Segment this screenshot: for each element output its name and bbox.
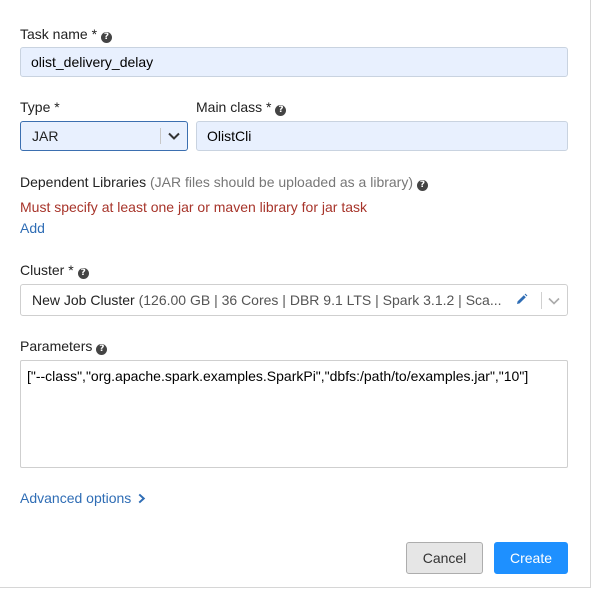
pencil-icon[interactable] (515, 293, 528, 306)
advanced-options-link[interactable]: Advanced options (20, 490, 146, 506)
type-label: Type * (20, 99, 60, 115)
cancel-button[interactable]: Cancel (406, 542, 483, 574)
help-icon[interactable]: ? (417, 180, 429, 191)
dependent-libraries-label-text: Dependent Libraries (20, 174, 147, 190)
main-class-label: Main class *? (196, 99, 287, 116)
advanced-options-label: Advanced options (20, 490, 132, 506)
main-class-label-text: Main class * (196, 99, 272, 115)
cluster-select[interactable]: New Job Cluster (126.00 GB | 36 Cores | … (20, 284, 568, 316)
parameters-label-text: Parameters (20, 338, 93, 354)
dependent-libraries-label: Dependent Libraries (JAR files should be… (20, 174, 429, 191)
dependent-libraries-hint: (JAR files should be uploaded as a libra… (149, 174, 414, 190)
cluster-name: New Job Cluster (32, 292, 135, 308)
main-class-input[interactable]: OlistCli (196, 121, 568, 151)
task-name-input[interactable]: olist_delivery_delay (20, 47, 568, 77)
type-select-value: JAR (32, 128, 59, 144)
help-icon[interactable]: ? (96, 344, 108, 355)
parameters-textarea[interactable]: ["--class","org.apache.spark.examples.Sp… (20, 360, 568, 468)
select-divider (541, 292, 542, 309)
task-name-label-text: Task name * (20, 26, 98, 42)
cluster-details: (126.00 GB | 36 Cores | DBR 9.1 LTS | Sp… (138, 292, 502, 308)
cluster-select-value: New Job Cluster (126.00 GB | 36 Cores | … (32, 292, 502, 308)
type-label-text: Type * (20, 99, 60, 115)
chevron-down-icon (168, 132, 180, 140)
help-icon[interactable]: ? (101, 32, 113, 43)
create-button[interactable]: Create (494, 542, 568, 574)
parameters-label: Parameters? (20, 338, 108, 355)
help-icon[interactable]: ? (275, 105, 287, 116)
add-library-link[interactable]: Add (20, 220, 45, 236)
task-name-label: Task name *? (20, 26, 113, 43)
cluster-label-text: Cluster * (20, 262, 74, 278)
type-select[interactable]: JAR (20, 121, 188, 151)
libraries-error-message: Must specify at least one jar or maven l… (20, 199, 368, 215)
cluster-label: Cluster *? (20, 262, 89, 279)
help-icon[interactable]: ? (77, 268, 89, 279)
chevron-down-icon (548, 297, 560, 305)
chevron-right-icon (138, 493, 146, 504)
select-divider (160, 128, 161, 144)
